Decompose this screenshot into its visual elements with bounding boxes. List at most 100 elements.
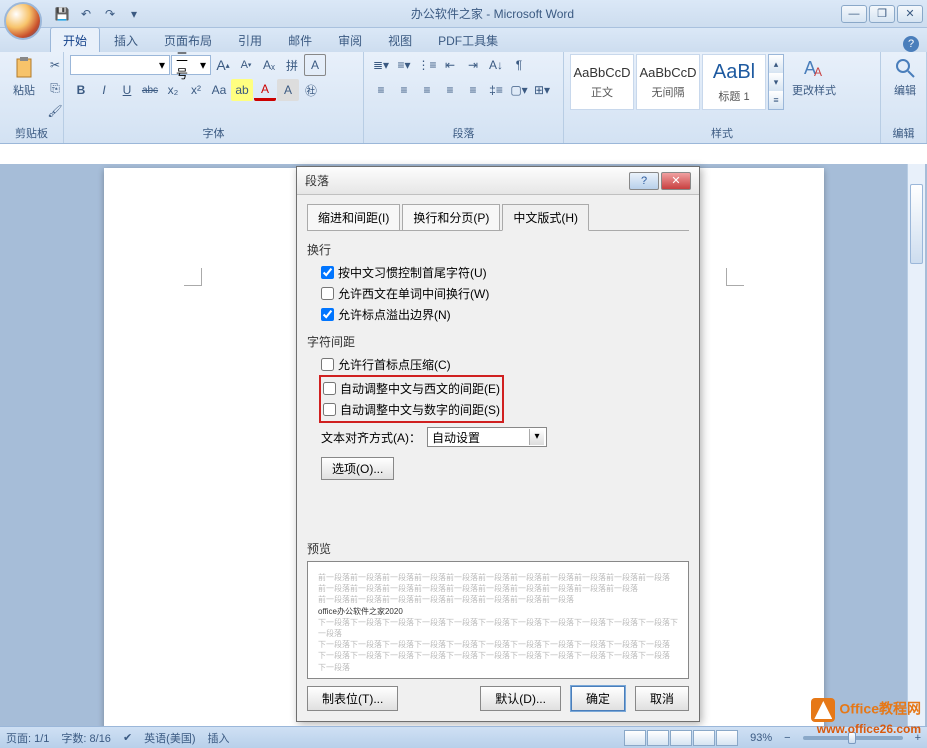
align-justify-icon[interactable]: ≡ bbox=[439, 79, 461, 101]
chk-compress-punct[interactable]: 允许行首标点压缩(C) bbox=[307, 354, 689, 375]
format-painter-icon[interactable]: 🖌 bbox=[44, 100, 66, 122]
change-styles-button[interactable]: AA 更改样式 bbox=[786, 54, 842, 100]
subscript-button[interactable]: x₂ bbox=[162, 79, 184, 101]
copy-icon[interactable]: ⎘ bbox=[44, 77, 66, 99]
office-button[interactable] bbox=[4, 2, 42, 40]
chk-hanging-punct[interactable]: 允许标点溢出边界(N) bbox=[307, 304, 689, 325]
sort-icon[interactable]: A↓ bbox=[485, 54, 507, 76]
cut-icon[interactable]: ✂ bbox=[44, 54, 66, 76]
tab-chinese-layout[interactable]: 中文版式(H) bbox=[502, 204, 589, 231]
style-scroll-down-icon[interactable]: ▾ bbox=[769, 73, 783, 91]
tab-home[interactable]: 开始 bbox=[50, 27, 100, 52]
tab-view[interactable]: 视图 bbox=[376, 28, 424, 52]
strike-button[interactable]: abc bbox=[139, 79, 161, 101]
chk-space-cjk-number-box[interactable] bbox=[323, 403, 336, 416]
chk-hanging-punct-box[interactable] bbox=[321, 308, 334, 321]
underline-button[interactable]: U bbox=[116, 79, 138, 101]
view-outline-icon[interactable] bbox=[693, 730, 715, 746]
tabstops-button[interactable]: 制表位(T)... bbox=[307, 686, 398, 711]
view-web-icon[interactable] bbox=[670, 730, 692, 746]
style-scroll-up-icon[interactable]: ▴ bbox=[769, 55, 783, 73]
tab-indent[interactable]: 缩进和间距(I) bbox=[307, 204, 400, 231]
tab-mail[interactable]: 邮件 bbox=[276, 28, 324, 52]
chk-control-first-last-box[interactable] bbox=[321, 266, 334, 279]
status-proofing-icon[interactable]: ✔ bbox=[123, 731, 132, 744]
dialog-titlebar[interactable]: 段落 ? ✕ bbox=[297, 167, 699, 195]
chk-latin-wrap[interactable]: 允许西文在单词中间换行(W) bbox=[307, 283, 689, 304]
font-family-combo[interactable]: ▾ bbox=[70, 55, 170, 75]
phonetic-icon[interactable]: 拼 bbox=[281, 54, 303, 76]
chk-latin-wrap-box[interactable] bbox=[321, 287, 334, 300]
italic-button[interactable]: I bbox=[93, 79, 115, 101]
dialog-help-button[interactable]: ? bbox=[629, 172, 659, 190]
bullets-icon[interactable]: ≣▾ bbox=[370, 54, 392, 76]
line-spacing-icon[interactable]: ‡≡ bbox=[485, 79, 507, 101]
tab-pdf[interactable]: PDF工具集 bbox=[426, 28, 510, 52]
dialog-close-button[interactable]: ✕ bbox=[661, 172, 691, 190]
status-words[interactable]: 字数: 8/16 bbox=[61, 730, 111, 746]
editing-button[interactable]: 编辑 bbox=[887, 54, 923, 100]
close-button[interactable]: ✕ bbox=[897, 5, 923, 23]
status-language[interactable]: 英语(美国) bbox=[144, 730, 195, 746]
qat-more-icon[interactable]: ▾ bbox=[124, 4, 144, 24]
case-button[interactable]: Aa bbox=[208, 79, 230, 101]
style-expand-icon[interactable]: ≡ bbox=[769, 91, 783, 109]
scrollbar-thumb[interactable] bbox=[910, 184, 923, 264]
char-shading-icon[interactable]: A bbox=[277, 79, 299, 101]
borders-icon[interactable]: ⊞▾ bbox=[531, 79, 553, 101]
chk-compress-punct-box[interactable] bbox=[321, 358, 334, 371]
tab-references[interactable]: 引用 bbox=[226, 28, 274, 52]
minimize-button[interactable]: — bbox=[841, 5, 867, 23]
superscript-button[interactable]: x² bbox=[185, 79, 207, 101]
show-marks-icon[interactable]: ¶ bbox=[508, 54, 530, 76]
chk-space-cjk-latin-box[interactable] bbox=[323, 382, 336, 395]
maximize-button[interactable]: ❐ bbox=[869, 5, 895, 23]
chk-space-cjk-number[interactable]: 自动调整中文与数字的间距(S) bbox=[323, 399, 500, 420]
status-mode[interactable]: 插入 bbox=[207, 730, 229, 746]
indent-dec-icon[interactable]: ⇤ bbox=[439, 54, 461, 76]
cancel-button[interactable]: 取消 bbox=[635, 686, 689, 711]
ok-button[interactable]: 确定 bbox=[571, 686, 625, 711]
zoom-in-icon[interactable]: + bbox=[915, 732, 921, 744]
multilevel-icon[interactable]: ⋮≡ bbox=[416, 54, 438, 76]
style-heading1[interactable]: AaBl 标题 1 bbox=[702, 54, 766, 110]
align-center-icon[interactable]: ≡ bbox=[393, 79, 415, 101]
tab-insert[interactable]: 插入 bbox=[102, 28, 150, 52]
view-print-icon[interactable] bbox=[624, 730, 646, 746]
default-button[interactable]: 默认(D)... bbox=[480, 686, 561, 711]
font-color-icon[interactable]: A bbox=[254, 79, 276, 101]
font-size-combo[interactable]: 二号▾ bbox=[171, 55, 211, 75]
redo-icon[interactable]: ↷ bbox=[100, 4, 120, 24]
help-icon[interactable]: ? bbox=[903, 36, 919, 52]
zoom-slider[interactable] bbox=[803, 736, 903, 740]
chk-space-cjk-latin[interactable]: 自动调整中文与西文的间距(E) bbox=[323, 378, 500, 399]
view-draft-icon[interactable] bbox=[716, 730, 738, 746]
chk-control-first-last[interactable]: 按中文习惯控制首尾字符(U) bbox=[307, 262, 689, 283]
undo-icon[interactable]: ↶ bbox=[76, 4, 96, 24]
shading-icon[interactable]: ▢▾ bbox=[508, 79, 530, 101]
zoom-out-icon[interactable]: − bbox=[784, 732, 790, 744]
char-border-icon[interactable]: A bbox=[304, 54, 326, 76]
style-nospacing[interactable]: AaBbCcD 无间隔 bbox=[636, 54, 700, 110]
grow-font-icon[interactable]: A▴ bbox=[212, 54, 234, 76]
zoom-level[interactable]: 93% bbox=[750, 732, 772, 744]
bold-button[interactable]: B bbox=[70, 79, 92, 101]
zoom-thumb[interactable] bbox=[848, 732, 856, 744]
vertical-scrollbar[interactable] bbox=[907, 164, 925, 726]
align-left-icon[interactable]: ≡ bbox=[370, 79, 392, 101]
paste-button[interactable]: 粘贴 bbox=[6, 54, 42, 100]
save-icon[interactable]: 💾 bbox=[52, 4, 72, 24]
status-page[interactable]: 页面: 1/1 bbox=[6, 730, 49, 746]
numbering-icon[interactable]: ≡▾ bbox=[393, 54, 415, 76]
options-button[interactable]: 选项(O)... bbox=[321, 457, 394, 480]
text-align-combo[interactable]: 自动设置 bbox=[427, 427, 547, 447]
view-fullscreen-icon[interactable] bbox=[647, 730, 669, 746]
style-normal[interactable]: AaBbCcD 正文 bbox=[570, 54, 634, 110]
highlight-icon[interactable]: ab bbox=[231, 79, 253, 101]
clear-format-icon[interactable]: Aₓ bbox=[258, 54, 280, 76]
enclose-char-icon[interactable]: ㊓ bbox=[300, 79, 322, 101]
align-right-icon[interactable]: ≡ bbox=[416, 79, 438, 101]
align-distribute-icon[interactable]: ≡ bbox=[462, 79, 484, 101]
tab-review[interactable]: 审阅 bbox=[326, 28, 374, 52]
indent-inc-icon[interactable]: ⇥ bbox=[462, 54, 484, 76]
